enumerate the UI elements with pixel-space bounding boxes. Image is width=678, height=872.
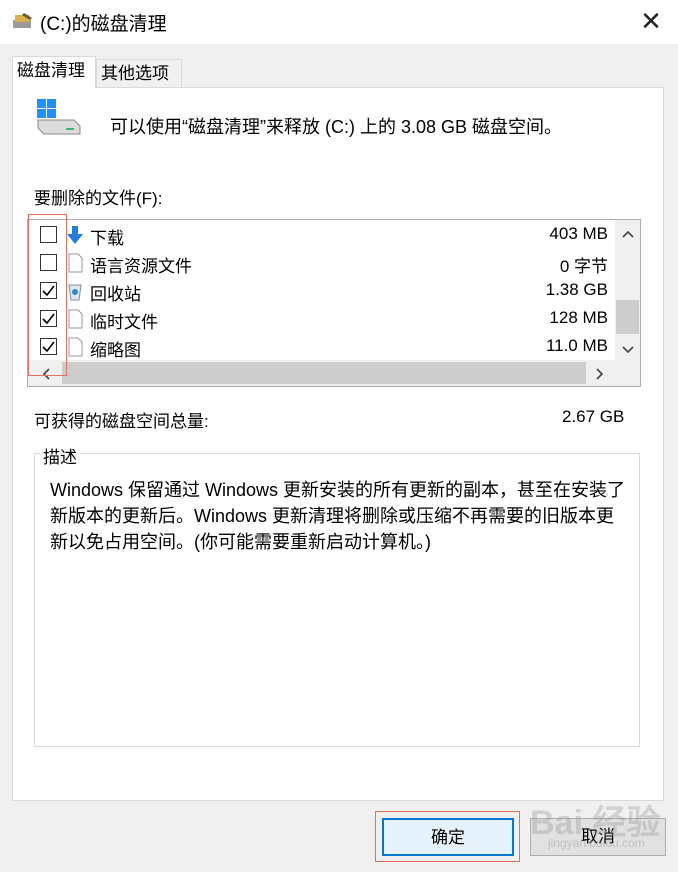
file-icon bbox=[66, 309, 84, 329]
file-icon bbox=[66, 253, 84, 273]
disk-cleanup-icon bbox=[12, 12, 34, 30]
recycle-bin-icon bbox=[66, 281, 84, 301]
vertical-scroll-thumb[interactable] bbox=[616, 300, 639, 334]
available-space-label: 可获得的磁盘空间总量: bbox=[34, 412, 209, 431]
close-icon[interactable]: ✕ bbox=[636, 6, 666, 36]
description-text: Windows 保留通过 Windows 更新安装的所有更新的副本，甚至在安装了… bbox=[50, 480, 626, 552]
file-size: 403 MB bbox=[549, 224, 608, 243]
file-name: 下载 bbox=[90, 229, 124, 248]
list-item[interactable]: 语言资源文件 0 字节 bbox=[28, 249, 610, 277]
window-title: (C:)的磁盘清理 bbox=[40, 14, 167, 35]
file-icon bbox=[66, 337, 84, 357]
file-name: 回收站 bbox=[90, 285, 141, 304]
files-to-delete-label: 要删除的文件(F): bbox=[34, 189, 163, 208]
file-size: 11.0 MB bbox=[545, 336, 608, 355]
horizontal-scroll-thumb[interactable] bbox=[62, 362, 586, 384]
info-text: 可以使用“磁盘清理”来释放 (C:) 上的 3.08 GB 磁盘空间。 bbox=[110, 117, 563, 137]
list-item[interactable]: 下载 403 MB bbox=[28, 221, 610, 249]
scroll-right-icon[interactable] bbox=[594, 368, 606, 383]
checkbox-highlight-box bbox=[28, 214, 67, 376]
tab-other-options[interactable]: 其他选项 bbox=[96, 59, 182, 87]
scrollbar-corner bbox=[615, 360, 640, 386]
vertical-scrollbar[interactable] bbox=[615, 220, 640, 360]
download-arrow-icon bbox=[66, 225, 84, 245]
tab-disk-cleanup[interactable]: 磁盘清理 bbox=[12, 56, 96, 88]
file-size: 128 MB bbox=[549, 308, 608, 327]
description-title: 描述 bbox=[40, 443, 80, 468]
file-name: 缩略图 bbox=[90, 341, 141, 360]
ok-button-highlight-box bbox=[375, 811, 520, 862]
list-item[interactable]: 临时文件 128 MB bbox=[28, 305, 610, 333]
available-space-value: 2.67 GB bbox=[562, 407, 625, 426]
baidu-watermark-url: jingyan.baidu.com bbox=[548, 836, 645, 850]
file-size: 1.38 GB bbox=[545, 280, 608, 299]
file-name: 临时文件 bbox=[90, 313, 158, 332]
drive-icon bbox=[36, 98, 82, 138]
scroll-up-icon[interactable] bbox=[615, 226, 640, 241]
file-size: 0 字节 bbox=[559, 257, 608, 276]
scroll-down-icon[interactable] bbox=[615, 342, 640, 357]
list-item[interactable]: 回收站 1.38 GB bbox=[28, 277, 610, 305]
file-name: 语言资源文件 bbox=[90, 257, 192, 276]
list-item[interactable]: 缩略图 11.0 MB bbox=[28, 333, 610, 361]
